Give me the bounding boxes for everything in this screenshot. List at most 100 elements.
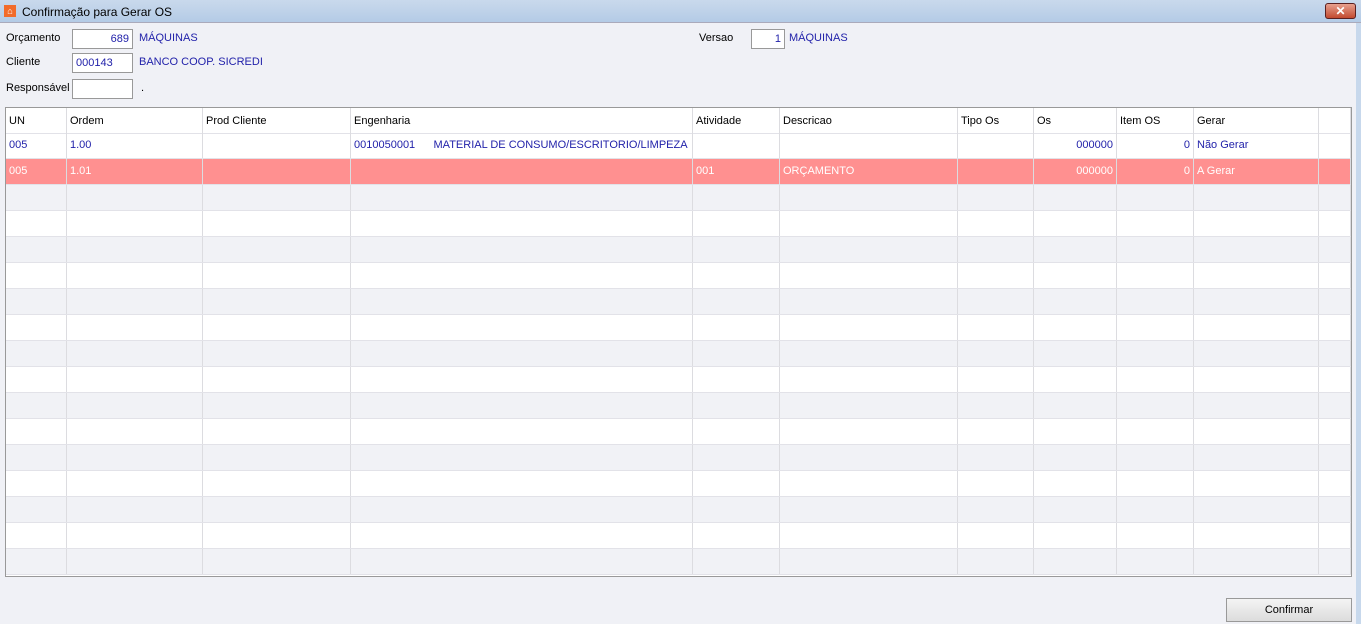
table-row[interactable] [6,471,1351,497]
column-header[interactable]: Gerar [1194,108,1319,133]
table-cell [6,549,67,574]
table-cell [351,185,693,210]
column-header[interactable]: Descricao [780,108,958,133]
table-cell [6,393,67,418]
column-header[interactable]: UN [6,108,67,133]
table-cell [1319,445,1351,470]
table-row[interactable] [6,367,1351,393]
table-cell [1034,185,1117,210]
table-cell [1194,445,1319,470]
table-cell [1117,497,1194,522]
confirm-button[interactable]: Confirmar [1226,598,1352,622]
table-cell [6,471,67,496]
table-cell [1194,237,1319,262]
os-grid[interactable]: UN Ordem Prod Cliente Engenharia Atividade De… [5,107,1352,577]
table-row[interactable] [6,185,1351,211]
column-header[interactable]: Os [1034,108,1117,133]
column-header[interactable]: Ordem [67,108,203,133]
table-row[interactable] [6,237,1351,263]
table-cell [1319,367,1351,392]
table-cell [67,211,203,236]
column-header[interactable] [1319,108,1351,133]
table-cell [693,133,780,158]
table-cell [780,341,958,366]
table-row[interactable] [6,289,1351,315]
table-cell: 1.00 [67,133,203,158]
table-row[interactable] [6,211,1351,237]
table-row[interactable] [6,497,1351,523]
column-header[interactable]: Tipo Os [958,108,1034,133]
column-header[interactable]: Item OS [1117,108,1194,133]
table-cell [1319,159,1351,184]
app-icon: ⌂ [4,5,16,17]
table-cell [1117,315,1194,340]
table-cell [6,289,67,314]
cliente-input[interactable]: 000143 [72,53,133,73]
table-cell [1319,211,1351,236]
table-cell [6,211,67,236]
table-cell [67,445,203,470]
responsavel-input[interactable] [72,79,133,99]
table-cell [1117,237,1194,262]
table-cell [693,263,780,288]
table-row[interactable] [6,445,1351,471]
column-header[interactable]: Engenharia [351,108,693,133]
orcamento-input[interactable]: 689 [72,29,133,49]
close-button[interactable]: ✕ [1325,3,1356,19]
table-cell [351,211,693,236]
table-cell: A Gerar [1194,159,1319,184]
table-cell [203,471,351,496]
table-cell [1034,315,1117,340]
table-cell [1034,549,1117,574]
versao-input[interactable]: 1 [751,29,785,49]
table-cell [67,393,203,418]
table-cell [6,367,67,392]
table-cell [203,523,351,548]
table-cell: 005 [6,133,67,158]
table-cell [1117,549,1194,574]
table-cell [1319,393,1351,418]
table-row[interactable] [6,523,1351,549]
table-cell [1034,237,1117,262]
table-cell [958,289,1034,314]
table-row[interactable] [6,549,1351,575]
table-cell [1319,419,1351,444]
table-cell [6,523,67,548]
table-cell [693,523,780,548]
table-cell [693,471,780,496]
table-cell [67,549,203,574]
table-cell [67,237,203,262]
table-cell [780,289,958,314]
table-cell [958,549,1034,574]
table-row[interactable]: 005 1.01 001 ORÇAMENTO 000000 0 A Gerar [6,159,1351,185]
table-cell [1034,367,1117,392]
table-cell [1194,185,1319,210]
table-cell: ORÇAMENTO [780,159,958,184]
table-cell [67,419,203,444]
column-header[interactable]: Prod Cliente [203,108,351,133]
table-cell [1117,471,1194,496]
table-cell [1117,445,1194,470]
table-cell [67,497,203,522]
column-header[interactable]: Atividade [693,108,780,133]
table-row[interactable] [6,419,1351,445]
table-cell: 000000 [1034,133,1117,158]
table-row[interactable]: 005 1.00 0010050001 MATERIAL DE CONSUMO/ES… [6,133,1351,159]
table-row[interactable] [6,315,1351,341]
table-cell [351,471,693,496]
table-cell [67,367,203,392]
table-cell [67,289,203,314]
table-cell [351,419,693,444]
table-row[interactable] [6,393,1351,419]
table-cell [1319,133,1351,158]
orcamento-desc: MÁQUINAS [139,32,198,44]
table-cell [958,263,1034,288]
table-cell [1194,211,1319,236]
table-cell: 0 [1117,133,1194,158]
table-cell [6,263,67,288]
table-cell [693,211,780,236]
table-row[interactable] [6,341,1351,367]
table-row[interactable] [6,263,1351,289]
table-cell [203,341,351,366]
table-cell [958,237,1034,262]
